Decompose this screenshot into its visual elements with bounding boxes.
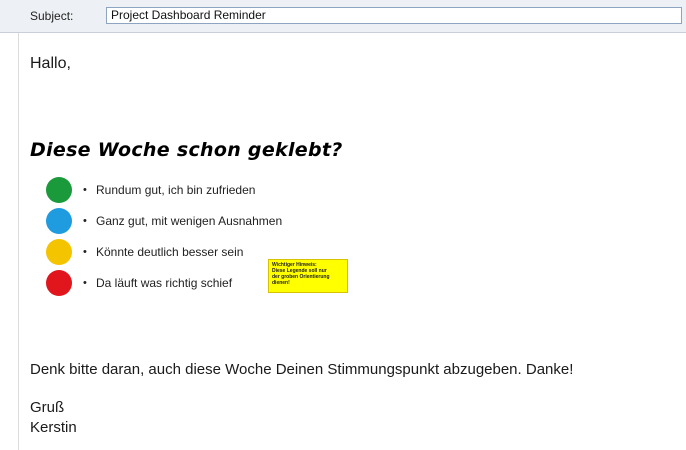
closing-text: Gruß xyxy=(30,399,65,416)
subject-field[interactable] xyxy=(106,7,682,24)
email-window: Subject: Hallo, Diese Woche schon gekleb… xyxy=(0,0,686,450)
legend-item-green: • Rundum gut, ich bin zufrieden xyxy=(46,175,366,206)
yellow-dot-icon xyxy=(46,239,72,265)
sticky-note: Wichtiger Hinweis: Diese Legende soll nu… xyxy=(268,259,348,293)
bullet-icon: • xyxy=(83,246,87,258)
body-left-rule xyxy=(18,33,19,450)
legend-label: Da läuft was richtig schief xyxy=(96,276,233,290)
bullet-icon: • xyxy=(83,184,87,196)
bullet-icon: • xyxy=(83,277,87,289)
greeting-text: Hallo, xyxy=(30,55,71,72)
bullet-icon: • xyxy=(83,215,87,227)
red-dot-icon xyxy=(46,270,72,296)
signature-text: Kerstin xyxy=(30,419,77,436)
subject-label: Subject: xyxy=(30,9,74,23)
legend-label: Könnte deutlich besser sein xyxy=(96,245,244,259)
note-line: dienen! xyxy=(272,280,290,286)
reminder-text: Denk bitte daran, auch diese Woche Deine… xyxy=(30,361,574,378)
subject-bar: Subject: xyxy=(0,0,686,33)
legend-item-blue: • Ganz gut, mit wenigen Ausnahmen xyxy=(46,206,366,237)
legend-label: Ganz gut, mit wenigen Ausnahmen xyxy=(96,214,283,228)
blue-dot-icon xyxy=(46,208,72,234)
headline-text: Diese Woche schon geklebt? xyxy=(30,139,343,161)
green-dot-icon xyxy=(46,177,72,203)
legend-label: Rundum gut, ich bin zufrieden xyxy=(96,183,256,197)
